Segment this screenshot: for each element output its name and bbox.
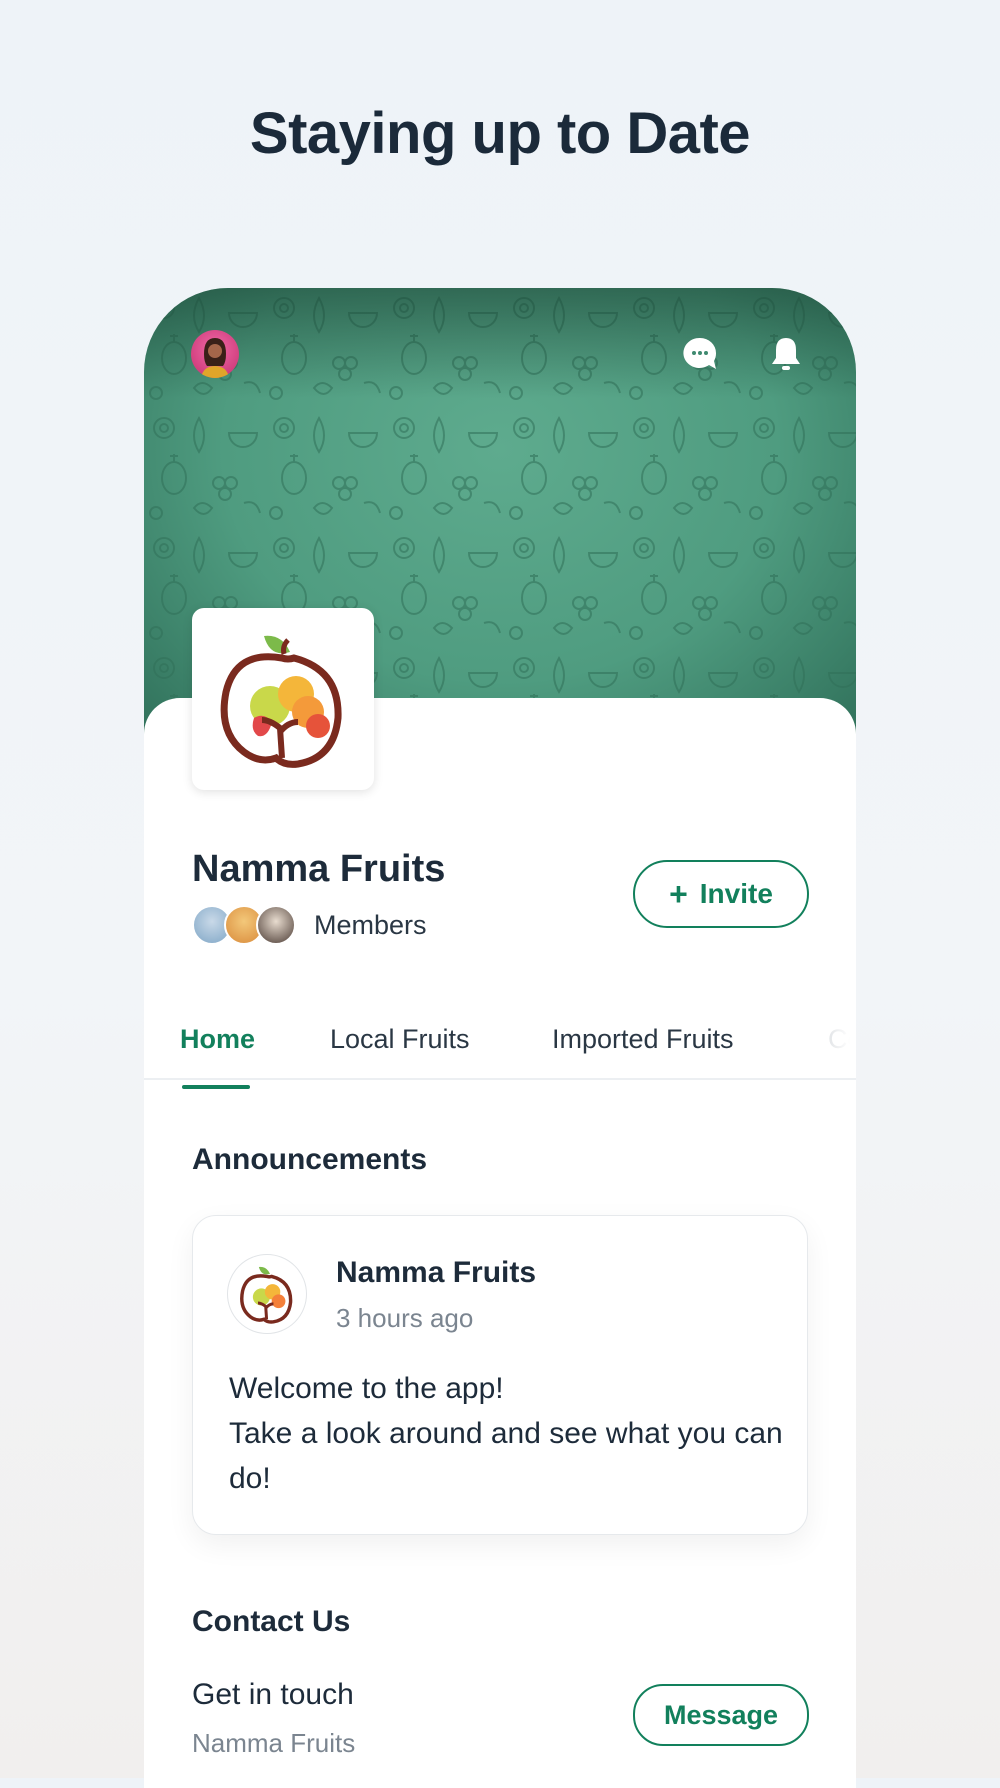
tab-imported-fruits[interactable]: Imported Fruits [552, 1024, 734, 1055]
post-body: Welcome to the app! Take a look around a… [229, 1366, 789, 1501]
member-avatar [256, 905, 296, 945]
plus-icon: + [669, 875, 688, 912]
author-avatar [227, 1254, 307, 1334]
group-name: Namma Fruits [192, 848, 446, 890]
invite-button[interactable]: + Invite [633, 860, 809, 928]
contact-heading: Get in touch [192, 1678, 354, 1711]
members-row[interactable]: Members [192, 905, 427, 945]
post-time: 3 hours ago [336, 1303, 474, 1333]
profile-avatar[interactable] [191, 330, 239, 378]
post-body-line: Welcome to the app! [229, 1372, 504, 1405]
invite-label: Invite [699, 878, 773, 909]
members-label: Members [314, 909, 427, 940]
tab-home[interactable]: Home [180, 1024, 255, 1055]
announcement-card[interactable]: Namma Fruits 3 hours ago Welcome to the … [192, 1215, 808, 1535]
contact-title: Contact Us [192, 1605, 351, 1638]
announcements-title: Announcements [192, 1143, 428, 1176]
post-author: Namma Fruits [336, 1256, 537, 1289]
tab-bar: Home Local Fruits Imported Fruits Co [144, 1008, 856, 1080]
message-button[interactable]: Message [633, 1684, 809, 1746]
page-headline: Staying up to Date [249, 101, 751, 166]
chat-bubble-icon[interactable] [680, 334, 720, 374]
contact-subtext: Namma Fruits [192, 1728, 356, 1758]
bell-icon[interactable] [766, 334, 806, 374]
fruit-tree-logo-icon [240, 1266, 293, 1324]
phone-frame: Namma Fruits Members + Invite Home Local… [144, 288, 856, 1788]
group-logo [192, 608, 374, 790]
tab-local-fruits[interactable]: Local Fruits [330, 1024, 470, 1055]
active-tab-indicator [182, 1085, 250, 1089]
fruit-tree-logo-icon [220, 635, 342, 768]
post-body-line: Take a look around and see what you can … [229, 1417, 783, 1495]
